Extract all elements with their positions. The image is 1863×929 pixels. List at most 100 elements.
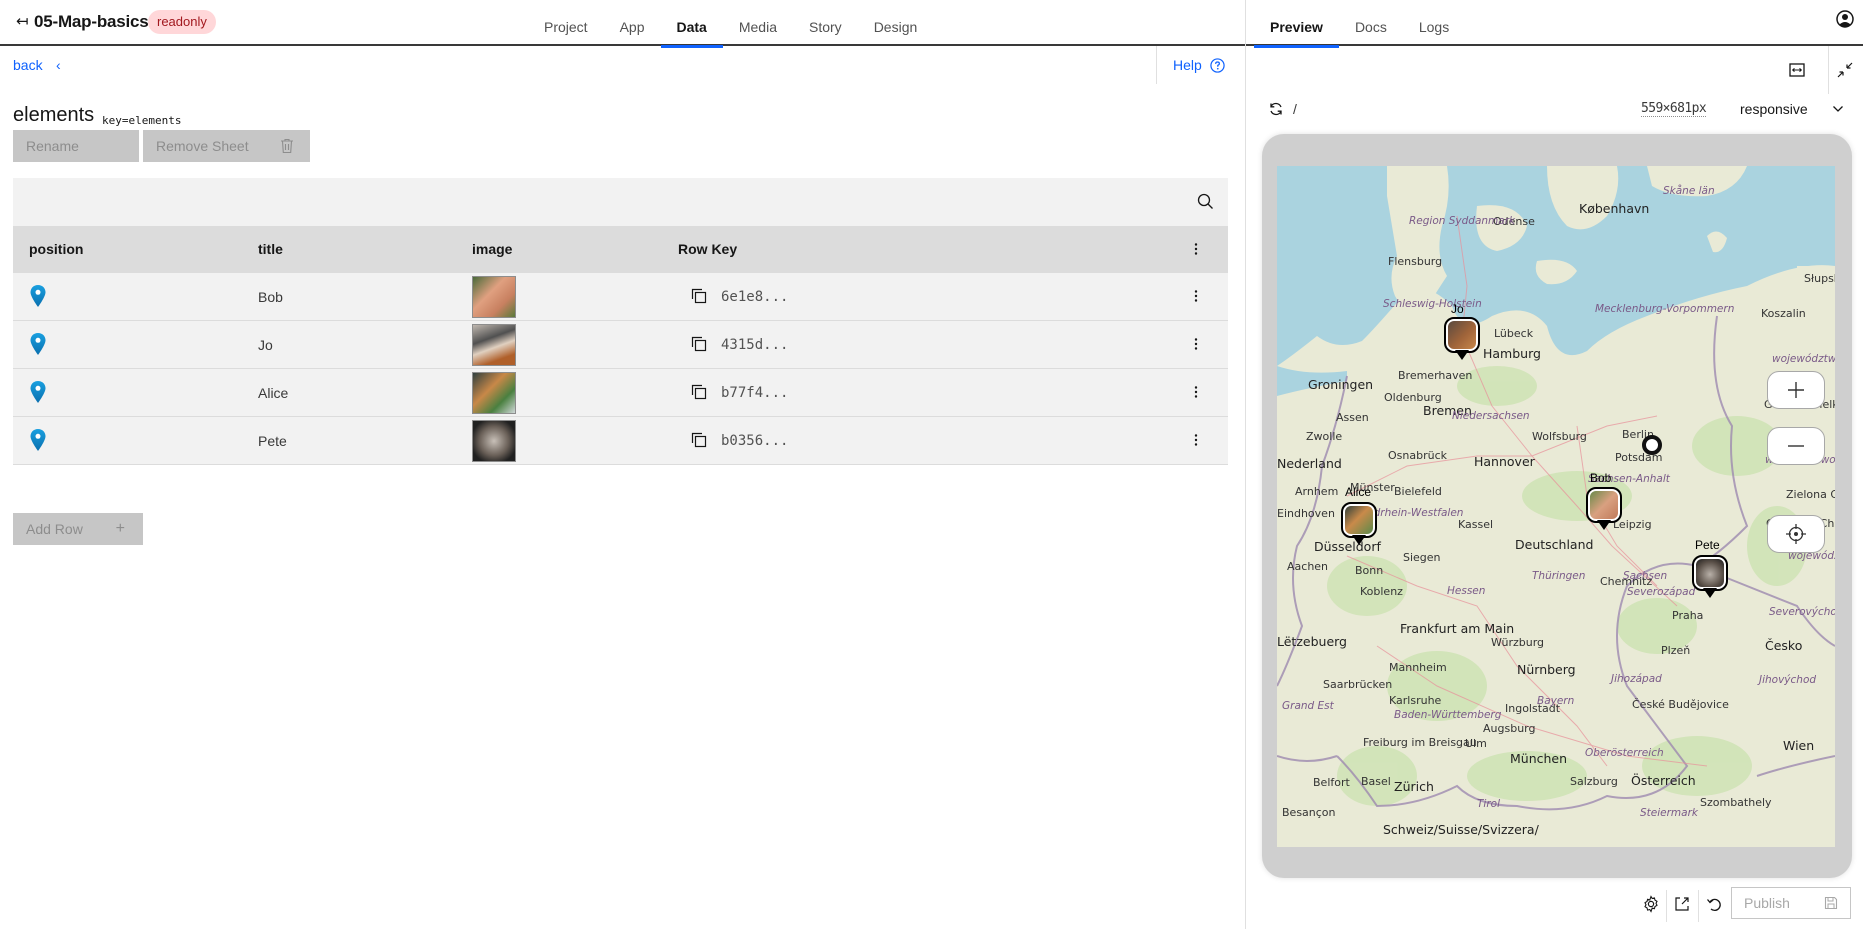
tab-story[interactable]: Story <box>793 0 858 46</box>
chevron-left-icon[interactable]: ‹ <box>56 57 61 73</box>
map-place-label: Wolfsburg <box>1532 430 1587 443</box>
copy-icon[interactable] <box>691 384 707 400</box>
locate-me-button[interactable] <box>1767 515 1825 553</box>
tab-preview[interactable]: Preview <box>1254 0 1339 48</box>
map-place-label: Hessen <box>1447 585 1486 597</box>
zoom-in-button[interactable] <box>1767 371 1825 409</box>
tab-logs[interactable]: Logs <box>1403 0 1465 46</box>
map-marker-bob[interactable] <box>1586 487 1622 533</box>
map-place-label: Nederland <box>1277 456 1342 471</box>
overflow-menu-icon[interactable] <box>1188 336 1204 352</box>
map-place-label: København <box>1579 201 1650 216</box>
panel-divider[interactable] <box>1245 0 1246 929</box>
marker-label-bob: Bob <box>1590 471 1612 485</box>
search-icon[interactable] <box>1197 193 1214 210</box>
map-marker-pete[interactable] <box>1692 555 1728 601</box>
copy-icon[interactable] <box>691 432 707 448</box>
cell-image-thumbnail[interactable] <box>472 372 516 414</box>
column-header-title[interactable]: title <box>258 226 283 273</box>
tab-data[interactable]: Data <box>660 0 724 48</box>
copy-icon[interactable] <box>691 336 707 352</box>
chevron-down-icon[interactable] <box>1832 104 1844 114</box>
map-marker-jo[interactable] <box>1444 317 1480 363</box>
cell-image-thumbnail[interactable] <box>472 276 516 318</box>
map-place-label: Jihozápad <box>1611 673 1662 685</box>
map-place-label: województwo zachodniopomorskie <box>1772 353 1835 365</box>
map-pin-icon[interactable] <box>30 381 46 403</box>
map-place-label: Jihovýchod <box>1759 674 1817 686</box>
share-link-icon[interactable] <box>1673 895 1691 913</box>
cell-title[interactable]: Bob <box>258 273 283 321</box>
tab-media[interactable]: Media <box>723 0 793 46</box>
cell-row-key: 4315d... <box>721 337 789 353</box>
tab-app[interactable]: App <box>604 0 661 46</box>
map-place-label: Wien <box>1783 738 1815 753</box>
table-row[interactable]: Jo 4315d... <box>13 321 1228 369</box>
help-link[interactable]: Help <box>1173 57 1202 73</box>
map-place-label: Groningen <box>1308 377 1374 392</box>
table-row[interactable]: Bob 6e1e8... <box>13 273 1228 321</box>
column-header-row-key[interactable]: Row Key <box>678 226 737 273</box>
viewport-select[interactable]: responsive <box>1740 101 1808 117</box>
tab-design[interactable]: Design <box>858 0 934 46</box>
overflow-menu-icon[interactable] <box>1188 432 1204 448</box>
exit-arrow-icon[interactable]: ↤ <box>16 12 29 30</box>
map-pin-icon[interactable] <box>30 429 46 451</box>
map-pin-icon[interactable] <box>30 333 46 355</box>
map-place-label: Lübeck <box>1494 327 1534 340</box>
map-place-label: Thüringen <box>1532 570 1586 582</box>
tab-project[interactable]: Project <box>528 0 604 46</box>
refresh-icon[interactable] <box>1268 101 1284 117</box>
rename-button[interactable]: Rename <box>13 130 139 162</box>
settings-icon[interactable] <box>1642 895 1660 913</box>
preview-dimensions[interactable]: 559×681px <box>1641 101 1707 117</box>
app-title: 05-Map-basics <box>34 12 149 31</box>
user-avatar-icon[interactable] <box>1836 10 1854 28</box>
zoom-out-button[interactable] <box>1767 427 1825 465</box>
cell-title[interactable]: Jo <box>258 321 273 369</box>
rename-label: Rename <box>26 138 79 154</box>
cell-title[interactable]: Pete <box>258 417 287 465</box>
current-location-marker[interactable] <box>1642 435 1662 455</box>
column-header-image[interactable]: image <box>472 226 512 273</box>
map-place-label: Schleswig-Holstein <box>1383 298 1482 310</box>
remove-sheet-button[interactable]: Remove Sheet <box>143 130 310 162</box>
map-place-label: Assen <box>1336 411 1369 424</box>
collapse-icon[interactable] <box>1834 59 1856 81</box>
publish-button[interactable]: Publish <box>1731 887 1851 919</box>
help-circle-icon[interactable] <box>1210 58 1225 73</box>
map-place-label: Deutschland <box>1515 537 1594 552</box>
cell-title[interactable]: Alice <box>258 369 288 417</box>
overflow-menu-icon[interactable] <box>1188 288 1204 304</box>
back-link[interactable]: back <box>13 57 43 73</box>
fit-width-icon[interactable] <box>1786 59 1808 81</box>
cell-image-thumbnail[interactable] <box>472 324 516 366</box>
copy-icon[interactable] <box>691 288 707 304</box>
tab-docs[interactable]: Docs <box>1339 0 1403 46</box>
map-pin-icon[interactable] <box>30 285 46 307</box>
map-place-label: Bielefeld <box>1394 485 1442 498</box>
map-place-label: Zielona Góra <box>1786 488 1835 501</box>
plus-icon: + <box>115 520 125 537</box>
cell-image-thumbnail[interactable] <box>472 420 516 462</box>
map-place-label: Schweiz/Suisse/Svizzera/ <box>1383 822 1539 837</box>
undo-icon[interactable] <box>1705 895 1723 913</box>
column-header-position[interactable]: position <box>29 226 83 273</box>
add-row-button[interactable]: Add Row + <box>13 513 143 545</box>
add-row-label: Add Row <box>26 521 83 537</box>
map-place-label: Osnabrück <box>1388 449 1447 462</box>
map-marker-alice[interactable] <box>1341 502 1377 548</box>
crosshair-icon <box>1786 524 1806 544</box>
divider <box>1828 46 1829 94</box>
map-view[interactable]: København Odense Region Syddanmark Skåne lä… <box>1277 166 1835 847</box>
map-place-label: Oberösterreich <box>1585 747 1664 759</box>
overflow-menu-icon[interactable] <box>1188 241 1204 257</box>
map-place-label: Zwolle <box>1306 430 1343 443</box>
overflow-menu-icon[interactable] <box>1188 384 1204 400</box>
map-place-label: Česko <box>1765 638 1803 653</box>
table-row[interactable]: Pete b0356... <box>13 417 1228 465</box>
table-row[interactable]: Alice b77f4... <box>13 369 1228 417</box>
map-place-label: Plzeň <box>1661 644 1691 657</box>
divider <box>1156 46 1157 84</box>
map-place-label: Augsburg <box>1483 722 1536 735</box>
